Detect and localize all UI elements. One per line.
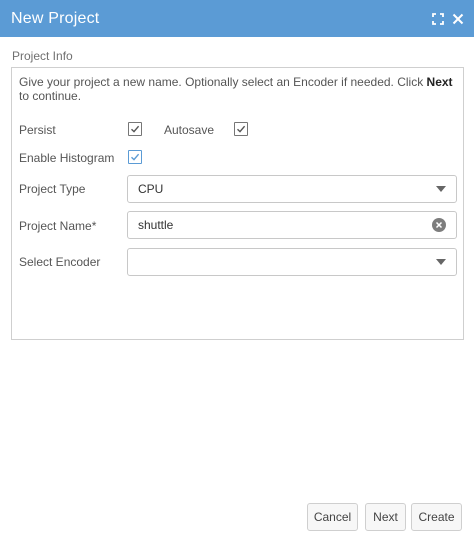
dialog-titlebar: New Project bbox=[0, 0, 474, 37]
intro-text-bold: Next bbox=[426, 75, 453, 89]
create-button[interactable]: Create bbox=[411, 503, 462, 531]
persist-checkbox[interactable] bbox=[128, 122, 142, 136]
project-name-value[interactable]: shuttle bbox=[138, 218, 432, 232]
intro-text: Give your project a new name. Optionally… bbox=[19, 75, 455, 103]
persist-label: Persist bbox=[19, 123, 56, 137]
chevron-down-icon bbox=[436, 186, 446, 192]
project-name-input[interactable]: shuttle bbox=[127, 211, 457, 239]
project-type-label: Project Type bbox=[19, 182, 86, 196]
project-info-panel: Give your project a new name. Optionally… bbox=[11, 67, 464, 340]
autosave-label: Autosave bbox=[164, 123, 215, 137]
intro-text-after: to continue. bbox=[19, 89, 82, 103]
check-icon bbox=[131, 125, 140, 133]
chevron-down-icon bbox=[436, 259, 446, 265]
cancel-button[interactable]: Cancel bbox=[307, 503, 358, 531]
intro-text-before: Give your project a new name. Optionally… bbox=[19, 75, 427, 89]
histogram-label: Enable Histogram bbox=[19, 151, 115, 165]
check-icon bbox=[237, 125, 246, 133]
project-type-select[interactable]: CPU bbox=[127, 175, 457, 203]
fullscreen-icon[interactable] bbox=[432, 12, 444, 25]
encoder-select[interactable] bbox=[127, 248, 457, 276]
histogram-checkbox[interactable] bbox=[128, 150, 142, 164]
project-name-label: Project Name* bbox=[19, 219, 97, 233]
check-icon bbox=[131, 153, 140, 161]
next-button[interactable]: Next bbox=[365, 503, 406, 531]
clear-icon[interactable] bbox=[432, 218, 446, 232]
encoder-label: Select Encoder bbox=[19, 255, 101, 269]
dialog-title: New Project bbox=[11, 9, 100, 27]
titlebar-controls bbox=[432, 12, 464, 25]
section-label: Project Info bbox=[12, 49, 73, 63]
project-type-value: CPU bbox=[138, 182, 164, 196]
close-icon[interactable] bbox=[452, 13, 464, 25]
autosave-checkbox[interactable] bbox=[234, 122, 248, 136]
